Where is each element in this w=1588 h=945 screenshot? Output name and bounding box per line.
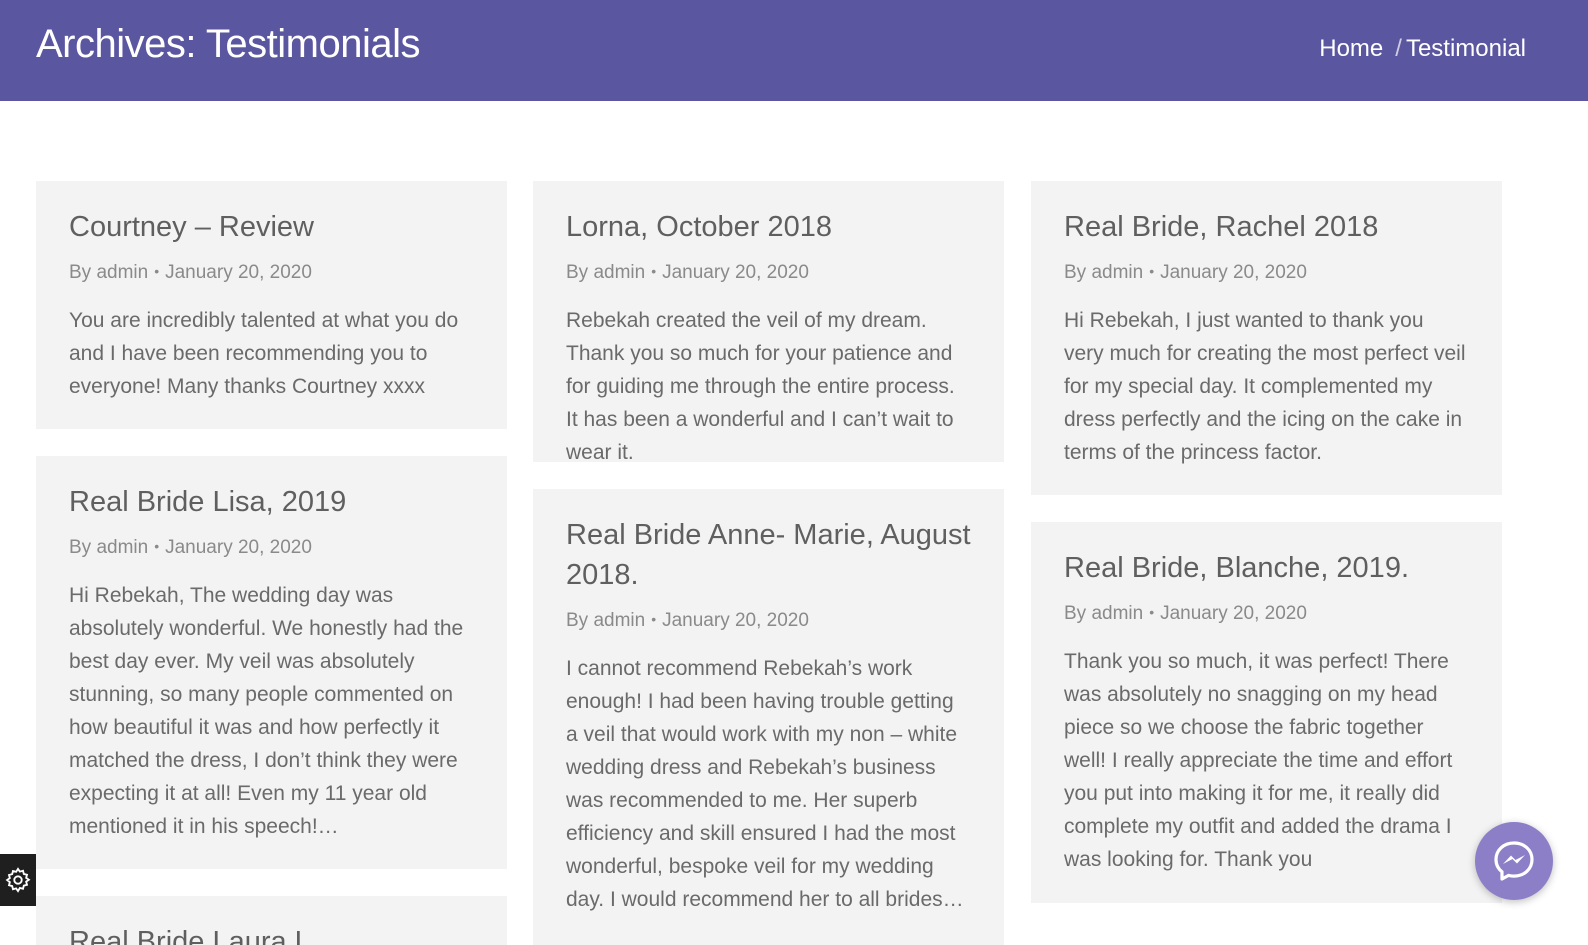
post-author-link[interactable]: By admin (1064, 262, 1143, 283)
post-title-link[interactable]: Real Bride, Rachel 2018 (1064, 207, 1469, 247)
messenger-chat-button[interactable] (1475, 822, 1553, 900)
post-excerpt: Hi Rebekah, I just wanted to thank you v… (1064, 309, 1466, 464)
testimonial-card: Real Bride Lisa, 2019 By admin • January 2… (36, 456, 507, 869)
post-author-link[interactable]: By admin (566, 262, 645, 283)
post-excerpt: You are incredibly talented at what you … (69, 309, 459, 398)
post-date[interactable]: January 20, 2020 (662, 610, 809, 631)
post-meta: By admin • January 20, 2020 (69, 534, 474, 560)
breadcrumb: Home / Testimonial (1319, 35, 1526, 63)
meta-separator: • (154, 263, 160, 279)
post-date[interactable]: January 20, 2020 (165, 537, 312, 558)
page-title: Archives: Testimonials (36, 22, 420, 66)
post-excerpt: Thank you so much, it was perfect! There… (1064, 650, 1453, 871)
testimonial-card: Real Bride Anne- Marie, August 2018. By … (533, 489, 1004, 945)
testimonial-card: Lorna, October 2018 By admin • January 20,… (533, 181, 1004, 462)
post-date[interactable]: January 20, 2020 (1160, 262, 1307, 283)
settings-button[interactable] (0, 854, 36, 906)
meta-separator: • (651, 263, 657, 279)
post-date[interactable]: January 20, 2020 (165, 262, 312, 283)
testimonial-card: Real Bride Laura L... (36, 896, 507, 945)
breadcrumb-separator: / (1395, 35, 1402, 62)
post-meta: By admin • January 20, 2020 (69, 259, 474, 285)
post-excerpt: Hi Rebekah, The wedding day was absolute… (69, 584, 464, 838)
post-date[interactable]: January 20, 2020 (662, 262, 809, 283)
post-date[interactable]: January 20, 2020 (1160, 603, 1307, 624)
post-author-link[interactable]: By admin (69, 537, 148, 558)
breadcrumb-home-link[interactable]: Home (1319, 35, 1383, 62)
meta-separator: • (651, 611, 657, 627)
meta-separator: • (1149, 604, 1155, 620)
breadcrumb-current: Testimonial (1405, 35, 1526, 62)
post-meta: By admin • January 20, 2020 (566, 607, 971, 633)
post-excerpt: Rebekah created the veil of my dream. Th… (566, 309, 955, 462)
post-meta: By admin • January 20, 2020 (1064, 600, 1469, 626)
post-excerpt: I cannot recommend Rebekah’s work enough… (566, 657, 964, 911)
post-author-link[interactable]: By admin (1064, 603, 1143, 624)
post-title-link[interactable]: Real Bride Anne- Marie, August 2018. (566, 515, 971, 595)
post-title-link[interactable]: Lorna, October 2018 (566, 207, 971, 247)
page-header: Archives: Testimonials Home / Testimonial (0, 0, 1588, 101)
testimonial-card: Courtney – Review By admin • January 20, 2… (36, 181, 507, 429)
messenger-icon (1494, 841, 1534, 881)
meta-separator: • (154, 538, 160, 554)
gear-icon (5, 867, 31, 893)
post-meta: By admin • January 20, 2020 (1064, 259, 1469, 285)
post-author-link[interactable]: By admin (566, 610, 645, 631)
post-meta: By admin • January 20, 2020 (566, 259, 971, 285)
post-title-link[interactable]: Real Bride, Blanche, 2019. (1064, 548, 1469, 588)
post-title-link[interactable]: Real Bride Lisa, 2019 (69, 482, 474, 522)
post-title-link[interactable]: Courtney – Review (69, 207, 474, 247)
meta-separator: • (1149, 263, 1155, 279)
post-title-link[interactable]: Real Bride Laura L... (69, 922, 474, 945)
post-author-link[interactable]: By admin (69, 262, 148, 283)
testimonial-card: Real Bride, Rachel 2018 By admin • January… (1031, 181, 1502, 495)
testimonial-card: Real Bride, Blanche, 2019. By admin • Janu… (1031, 522, 1502, 903)
